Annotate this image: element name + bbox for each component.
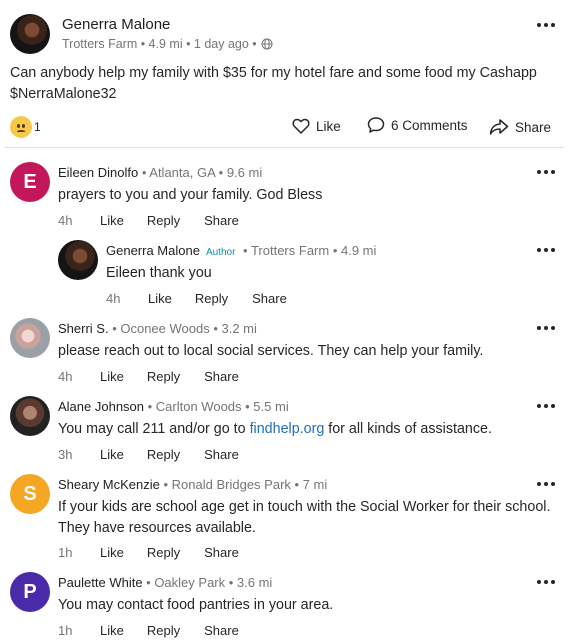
comment-share-button[interactable]: Share <box>204 545 239 560</box>
comment-text: please reach out to local social service… <box>58 343 484 359</box>
comment-reply-button[interactable]: Reply <box>147 369 180 384</box>
share-arrow-icon <box>489 119 509 135</box>
comment-meta: • Ronald Bridges Park • 7 mi <box>159 477 328 492</box>
avatar[interactable]: P <box>10 572 50 612</box>
comment-text: Eileen thank you <box>106 263 556 284</box>
comment-reply-button[interactable]: Reply <box>147 447 180 462</box>
comment-author-name[interactable]: Sherri S. <box>58 321 109 336</box>
comment-meta: • Oakley Park • 3.6 mi <box>142 575 273 590</box>
comment-author: Sherri S. • Oconee Woods • 3.2 mi <box>58 321 257 336</box>
post-meta-text: Trotters Farm • 4.9 mi • 1 day ago • <box>62 37 257 51</box>
comment-like-button[interactable]: Like <box>100 369 124 384</box>
reaction-count: 1 <box>34 120 41 134</box>
comment-like-button[interactable]: Like <box>100 623 124 638</box>
comment-meta: • Trotters Farm • 4.9 mi <box>239 243 377 258</box>
avatar[interactable]: S <box>10 474 50 514</box>
comment-author: Alane Johnson • Carlton Woods • 5.5 mi <box>58 399 289 414</box>
like-label: Like <box>316 118 341 134</box>
comment-author-name[interactable]: Generra Malone <box>106 243 200 258</box>
comment-author: Generra Malone Author • Trotters Farm • 4… <box>106 243 376 258</box>
heart-icon <box>292 118 310 134</box>
comment-actions: 4h Like Reply Share <box>58 213 239 228</box>
avatar[interactable] <box>58 240 98 280</box>
comment-author-name[interactable]: Sheary McKenzie <box>58 477 160 492</box>
comment-like-button[interactable]: Like <box>148 291 172 306</box>
post-meta: Trotters Farm • 4.9 mi • 1 day ago • <box>62 37 273 51</box>
comment-share-button[interactable]: Share <box>204 623 239 638</box>
comment-icon <box>367 117 385 133</box>
reaction-summary[interactable]: 1 <box>10 116 41 138</box>
comment-like-button[interactable]: Like <box>100 213 124 228</box>
comment-like-button[interactable]: Like <box>100 545 124 560</box>
comment-reply-button[interactable]: Reply <box>147 545 180 560</box>
comment-more-icon[interactable] <box>535 401 557 411</box>
post-more-icon[interactable] <box>535 20 557 30</box>
comment-actions: 4h Like Reply Share <box>58 369 239 384</box>
comment-time: 1h <box>58 545 73 560</box>
comment-text: You may contact food pantries in your ar… <box>58 597 334 613</box>
findhelp-link[interactable]: findhelp.org <box>250 421 325 437</box>
post-header: Generra Malone Trotters Farm • 4.9 mi • … <box>10 12 570 56</box>
comment-time: 4h <box>58 213 73 228</box>
comment-meta: • Atlanta, GA • 9.6 mi <box>138 165 263 180</box>
avatar[interactable] <box>10 318 50 358</box>
comment-text: prayers to you and your family. God Bles… <box>58 187 323 203</box>
comment-more-icon[interactable] <box>535 245 557 255</box>
comment-share-button[interactable]: Share <box>252 291 287 306</box>
comments-label: 6 Comments <box>391 117 468 133</box>
comment-time: 4h <box>58 369 73 384</box>
share-label: Share <box>515 119 552 135</box>
comment-author-name[interactable]: Alane Johnson <box>58 399 144 414</box>
share-button[interactable]: Share <box>489 118 551 136</box>
comment-like-button[interactable]: Like <box>100 447 124 462</box>
comment-reply-button[interactable]: Reply <box>147 623 180 638</box>
comment-share-button[interactable]: Share <box>204 447 239 462</box>
avatar[interactable] <box>10 14 50 54</box>
comment-time: 1h <box>58 623 73 638</box>
post-author-name[interactable]: Generra Malone <box>62 16 170 33</box>
comment-more-icon[interactable] <box>535 479 557 489</box>
comment-text: You may call 211 and/or go to findhelp.o… <box>58 419 558 440</box>
comment-actions: 1h Like Reply Share <box>58 545 239 560</box>
comment-text-post: for all kinds of assistance. <box>324 421 492 437</box>
comment-reply-button[interactable]: Reply <box>147 213 180 228</box>
comment-author: Sheary McKenzie • Ronald Bridges Park • … <box>58 477 327 492</box>
mention-link[interactable]: Eileen <box>106 265 146 281</box>
comment-more-icon[interactable] <box>535 577 557 587</box>
comment-author-name[interactable]: Paulette White <box>58 575 143 590</box>
comment-more-icon[interactable] <box>535 167 557 177</box>
comment-text-pre: You may call 211 and/or go to <box>58 421 250 437</box>
comment-time: 3h <box>58 447 73 462</box>
comment-actions: 1h Like Reply Share <box>58 623 239 638</box>
post-body: Can anybody help my family with $35 for … <box>10 65 537 102</box>
author-badge: Author <box>205 247 236 258</box>
comment-meta: • Oconee Woods • 3.2 mi <box>108 321 257 336</box>
comment-author: Eileen Dinolfo • Atlanta, GA • 9.6 mi <box>58 165 262 180</box>
avatar[interactable] <box>10 396 50 436</box>
comment-actions: 4h Like Reply Share <box>106 291 287 306</box>
comments-button[interactable]: 6 Comments <box>367 116 468 134</box>
comment-time: 4h <box>106 291 121 306</box>
comment-share-button[interactable]: Share <box>204 213 239 228</box>
sad-emoji-icon <box>10 116 32 138</box>
divider <box>4 147 564 148</box>
comment-text: If your kids are school age get in touch… <box>58 499 551 536</box>
comment-meta: • Carlton Woods • 5.5 mi <box>144 399 289 414</box>
comment-author-name[interactable]: Eileen Dinolfo <box>58 165 138 180</box>
comment-text-body: thank you <box>145 265 212 281</box>
comment-reply-button[interactable]: Reply <box>195 291 228 306</box>
globe-icon <box>261 38 273 50</box>
avatar[interactable]: E <box>10 162 50 202</box>
comment-share-button[interactable]: Share <box>204 369 239 384</box>
comment-author: Paulette White • Oakley Park • 3.6 mi <box>58 575 272 590</box>
comment-actions: 3h Like Reply Share <box>58 447 239 462</box>
like-button[interactable]: Like <box>292 118 341 134</box>
comment-more-icon[interactable] <box>535 323 557 333</box>
